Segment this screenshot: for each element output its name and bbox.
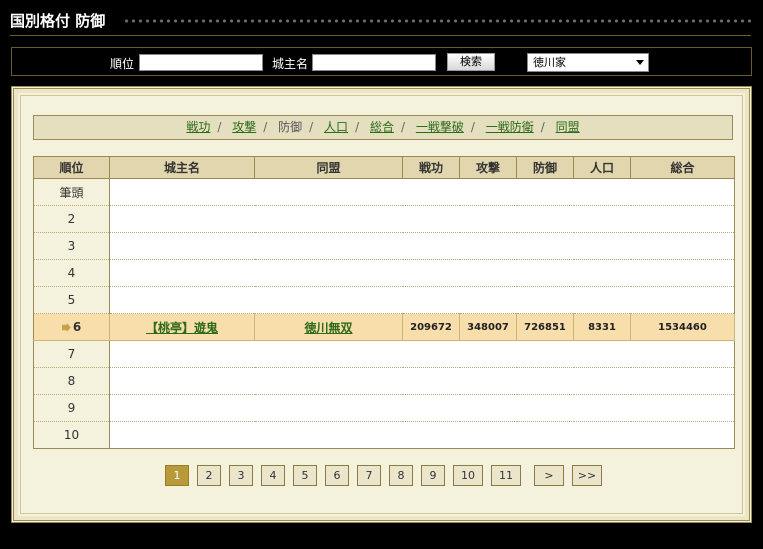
empty-cell <box>109 286 735 314</box>
chevron-down-icon <box>636 60 644 65</box>
rank-input[interactable] <box>139 54 263 71</box>
empty-cell <box>109 421 735 449</box>
title-divider <box>10 35 751 36</box>
rank-cell: 9 <box>33 394 110 422</box>
ranking-table: 順位 城主名 同盟 戦功 攻撃 防御 人口 総合 筆頭 2 3 4 5 6 【桃… <box>33 156 735 449</box>
rank-cell: 3 <box>33 232 110 260</box>
ranking-tabs: 戦功 / 攻撃 / 防御 / 人口 / 総合 / 一戦撃破 / 一戦防衛 / 同盟 <box>33 115 733 140</box>
header-attack: 攻撃 <box>459 156 517 179</box>
population-cell: 8331 <box>573 313 631 341</box>
header-alliance: 同盟 <box>254 156 403 179</box>
empty-cell <box>109 232 735 260</box>
tab-alliance[interactable]: 同盟 <box>556 120 580 134</box>
arrow-right-icon <box>61 323 71 332</box>
tab-attack[interactable]: 攻撃 <box>232 120 256 134</box>
title-bar: 国別格付 防御 <box>0 0 763 40</box>
rank-cell: 6 <box>33 313 110 341</box>
header-senko: 戦功 <box>402 156 460 179</box>
defense-cell: 726851 <box>516 313 574 341</box>
highlighted-table-row: 6 【桃亭】遊鬼 徳川無双 209672 348007 726851 8331 … <box>33 313 735 341</box>
alliance-cell: 徳川無双 <box>254 313 403 341</box>
page-button[interactable]: 10 <box>453 465 483 486</box>
page-button[interactable]: 3 <box>229 465 253 486</box>
empty-cell <box>109 205 735 233</box>
next-page-button[interactable]: > <box>534 465 564 486</box>
empty-cell <box>109 259 735 287</box>
header-rank: 順位 <box>33 156 110 179</box>
table-row: 2 <box>33 205 735 233</box>
table-header-row: 順位 城主名 同盟 戦功 攻撃 防御 人口 総合 <box>33 156 735 179</box>
castle-lord-cell: 【桃亭】遊鬼 <box>109 313 255 341</box>
empty-cell <box>109 178 735 206</box>
empty-cell <box>109 340 735 368</box>
tab-senko[interactable]: 戦功 <box>186 120 210 134</box>
country-select-value: 徳川家 <box>533 56 566 69</box>
page-button[interactable]: 5 <box>293 465 317 486</box>
rank-label: 順位 <box>110 57 135 71</box>
header-defense: 防御 <box>516 156 574 179</box>
table-row: 9 <box>33 394 735 422</box>
attack-cell: 348007 <box>459 313 517 341</box>
page-button[interactable]: 6 <box>325 465 349 486</box>
empty-cell <box>109 367 735 395</box>
senko-cell: 209672 <box>402 313 460 341</box>
table-row: 10 <box>33 421 735 449</box>
table-row: 7 <box>33 340 735 368</box>
rank-cell: 2 <box>33 205 110 233</box>
tab-single-battle-kill[interactable]: 一戦撃破 <box>416 120 464 134</box>
table-row: 3 <box>33 232 735 260</box>
table-row: 筆頭 <box>33 178 735 206</box>
rank-cell: 4 <box>33 259 110 287</box>
alliance-link[interactable]: 徳川無双 <box>304 321 352 335</box>
table-row: 8 <box>33 367 735 395</box>
table-row: 4 <box>33 259 735 287</box>
rank-cell: 10 <box>33 421 110 449</box>
tab-single-battle-defense[interactable]: 一戦防衛 <box>486 120 534 134</box>
table-row: 5 <box>33 286 735 314</box>
tab-defense: 防御 <box>278 120 303 134</box>
title-dot-rule <box>123 17 753 25</box>
empty-cell <box>109 394 735 422</box>
page-title: 国別格付 防御 <box>10 12 106 30</box>
page-button[interactable]: 9 <box>421 465 445 486</box>
tab-population[interactable]: 人口 <box>324 120 348 134</box>
search-button[interactable]: 検索 <box>447 53 495 71</box>
total-cell: 1534460 <box>630 313 735 341</box>
rank-cell: 筆頭 <box>33 178 110 206</box>
tab-total[interactable]: 総合 <box>370 120 394 134</box>
search-bar: 順位 城主名 検索 徳川家 <box>11 47 752 76</box>
page-button[interactable]: 4 <box>261 465 285 486</box>
last-page-button[interactable]: >> <box>572 465 602 486</box>
rank-cell: 5 <box>33 286 110 314</box>
rank-cell: 8 <box>33 367 110 395</box>
header-castle-lord: 城主名 <box>109 156 255 179</box>
castle-lord-input[interactable] <box>312 54 436 71</box>
rank-value: 6 <box>72 320 82 334</box>
header-population: 人口 <box>573 156 631 179</box>
country-select[interactable]: 徳川家 <box>527 53 649 72</box>
page-button-current[interactable]: 1 <box>165 465 189 486</box>
ranking-panel: 戦功 / 攻撃 / 防御 / 人口 / 総合 / 一戦撃破 / 一戦防衛 / 同盟 順位 城主… <box>11 86 752 523</box>
page-button[interactable]: 2 <box>197 465 221 486</box>
header-total: 総合 <box>630 156 735 179</box>
castle-lord-label: 城主名 <box>272 57 309 71</box>
page-button[interactable]: 7 <box>357 465 381 486</box>
rank-cell: 7 <box>33 340 110 368</box>
pagination: 1 2 3 4 5 6 7 8 9 10 11 > >> <box>14 465 749 487</box>
page-button[interactable]: 11 <box>491 465 521 486</box>
page-button[interactable]: 8 <box>389 465 413 486</box>
castle-lord-link[interactable]: 【桃亭】遊鬼 <box>146 321 218 335</box>
